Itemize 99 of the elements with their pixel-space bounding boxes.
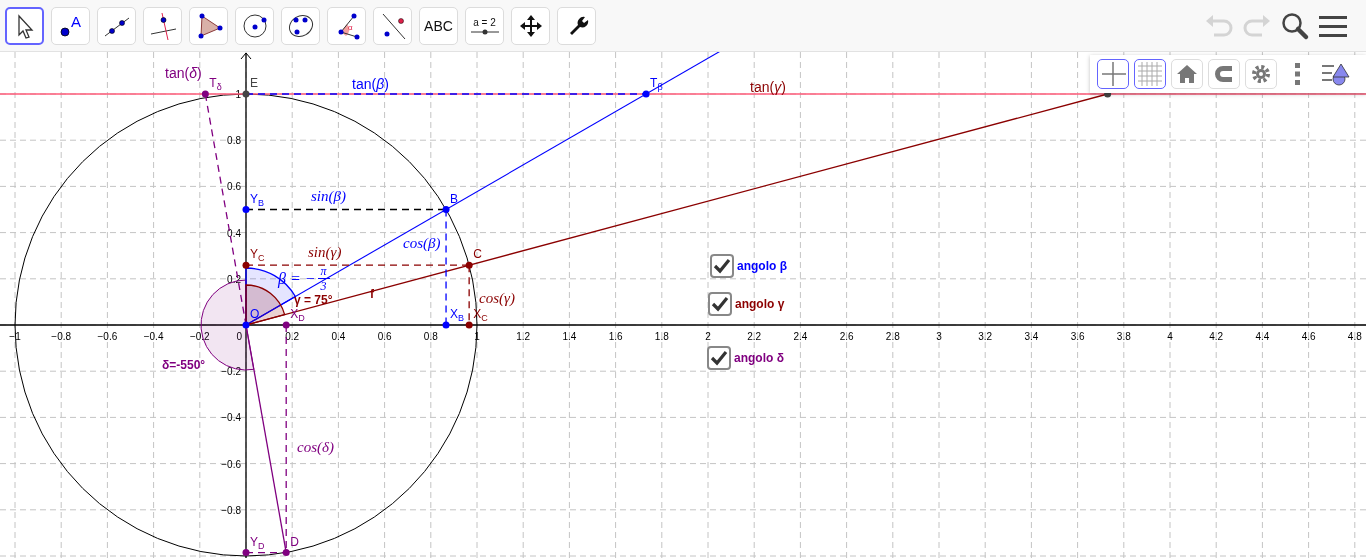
axis-label: 2.8: [885, 331, 900, 342]
caption: γ = 75°: [294, 294, 333, 308]
point-label: C: [473, 248, 482, 261]
checkbox-label: angolo γ: [735, 297, 785, 311]
style-bar-button[interactable]: [1097, 59, 1129, 89]
point-letter: A: [71, 12, 81, 30]
point[interactable]: [465, 321, 473, 329]
axis-label: 4.2: [1209, 331, 1224, 342]
axis-label: 4.6: [1301, 331, 1316, 342]
point-label: O: [250, 308, 260, 320]
caption: cos(δ): [297, 439, 334, 456]
axis-label: 2.2: [747, 331, 762, 342]
menu-icon[interactable]: [1319, 15, 1347, 37]
search-icon[interactable]: [1282, 12, 1309, 39]
axis-label: 2.4: [793, 331, 808, 342]
axis-label: −0.6: [221, 458, 241, 470]
point-icon: [60, 26, 70, 37]
axis-label: −0.8: [221, 504, 241, 516]
axis-label: 3.2: [978, 331, 993, 342]
checkbox[interactable]: [710, 254, 734, 278]
point-label: D: [290, 535, 299, 548]
axis-label: 2.6: [839, 331, 854, 342]
caption: f: [370, 288, 374, 302]
axis-label: 4.4: [1255, 331, 1270, 342]
axis-label: 0.2: [227, 273, 241, 285]
axis-label: −0.2: [221, 366, 241, 378]
axis-label: 3: [936, 331, 942, 342]
style-bar-button[interactable]: [1134, 59, 1166, 89]
style-bar-icon: [1322, 63, 1350, 86]
caption: tan(δ): [165, 66, 202, 82]
magnet-icon: [1215, 66, 1232, 82]
axis-label: 3.8: [1116, 331, 1131, 342]
point[interactable]: [242, 321, 250, 329]
point-label: T$_{β}$: [650, 77, 663, 92]
checkbox-label: angolo δ: [734, 351, 784, 365]
axis-label: 1.6: [608, 331, 623, 342]
checkbox[interactable]: [708, 292, 732, 316]
point-label: X$_{B}$: [450, 308, 465, 323]
point-label: Y$_{C}$: [250, 248, 265, 264]
fraction-denominator: 3: [320, 279, 327, 294]
point-label: Y$_{D}$: [250, 535, 265, 551]
point[interactable]: [442, 321, 450, 329]
point[interactable]: [242, 206, 250, 213]
point-label: E: [250, 77, 258, 89]
point[interactable]: [201, 90, 209, 98]
more-icon: [1295, 63, 1300, 85]
checkbox-label: angolo β: [737, 259, 787, 273]
axis-label: −0.4: [221, 412, 241, 424]
point[interactable]: [442, 206, 450, 213]
tool-button[interactable]: [5, 6, 44, 45]
axis-label: 0.8: [423, 331, 438, 342]
axes-icon: [1101, 61, 1127, 87]
axis-label: 1.2: [516, 331, 531, 342]
caption: δ=-550°: [162, 359, 206, 373]
point[interactable]: [282, 549, 290, 557]
axis-label: 0.4: [227, 227, 241, 239]
axis-label: 4: [1167, 331, 1173, 342]
caption: tan(γ): [750, 80, 786, 96]
settings-icon: [1252, 65, 1270, 83]
caption: tan(β): [352, 77, 389, 93]
axis-label: 2: [705, 331, 711, 342]
caption: cos(γ): [479, 290, 515, 307]
axis-label: 3.6: [1070, 331, 1085, 342]
axis-label: 1: [474, 331, 480, 342]
caption: sin(γ): [308, 244, 342, 261]
axis-label: 4.8: [1347, 331, 1362, 342]
axis-label: 1.4: [562, 331, 577, 342]
axis-label: 0: [236, 331, 242, 342]
point-label: Y$_{B}$: [250, 192, 265, 208]
point[interactable]: [242, 261, 250, 269]
caption: sin(β): [311, 188, 346, 205]
fraction-numerator: π: [317, 264, 330, 280]
point[interactable]: [465, 261, 473, 269]
point[interactable]: [242, 549, 250, 557]
axis-label: 0.2: [285, 331, 300, 342]
point[interactable]: [282, 321, 290, 329]
tool-button[interactable]: a = 2: [465, 6, 504, 45]
axis-label: −0.6: [97, 331, 118, 342]
axis-label: 0.6: [227, 181, 241, 193]
slider-value: a = 2: [473, 16, 496, 28]
caption: cos(β): [403, 235, 441, 252]
checkbox[interactable]: [707, 346, 731, 370]
home-icon: [1177, 65, 1197, 83]
axis-label: 1.8: [654, 331, 669, 342]
point-label: B: [450, 192, 459, 205]
point[interactable]: [242, 90, 250, 98]
axis-label: 0.6: [377, 331, 392, 342]
point[interactable]: [642, 90, 650, 98]
axis-label: 0.4: [331, 331, 346, 342]
axis-label: −0.4: [143, 331, 164, 342]
axis-label: 3.4: [1024, 331, 1039, 342]
tool-button[interactable]: ABC: [419, 6, 458, 45]
slider-icon: [470, 28, 499, 35]
grid-icon: [1137, 61, 1163, 87]
axis-label: 0.8: [227, 135, 241, 147]
axis-label: −0.8: [51, 331, 72, 342]
tool-button[interactable]: A: [51, 6, 90, 45]
axis-label: 1: [235, 89, 241, 100]
point-label: T$_{δ}$: [209, 77, 222, 92]
